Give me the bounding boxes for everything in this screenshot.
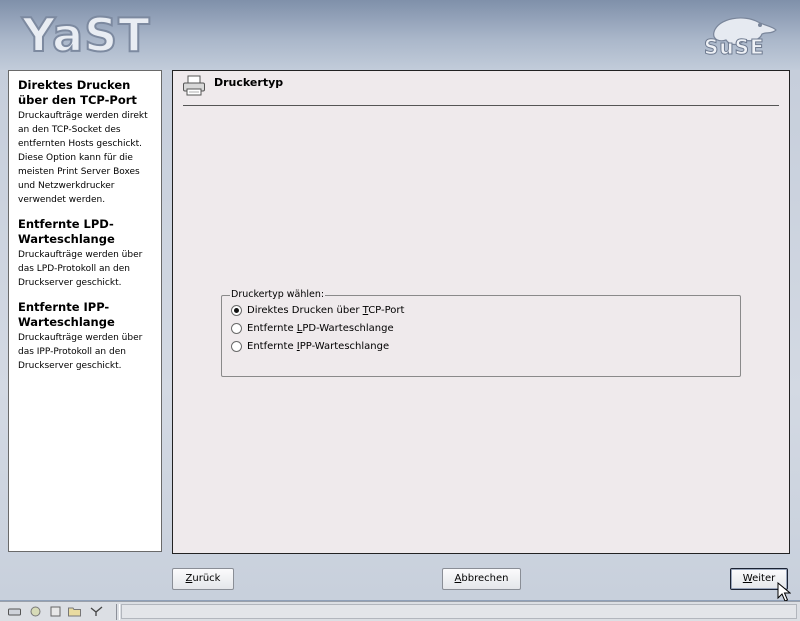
- page-title: Druckertyp: [214, 76, 284, 89]
- help-text: Druckaufträge werden über das LPD-Protok…: [18, 250, 143, 288]
- help-panel: Direktes Drucken über den TCP-Port Druck…: [8, 70, 162, 552]
- radio-lpd-queue[interactable]: Entfernte LPD-Warteschlange: [231, 321, 394, 335]
- yast-logo: YaST: [21, 7, 151, 63]
- network-icon[interactable]: [90, 606, 103, 617]
- content-panel: Druckertyp Druckertyp wählen: Direktes D…: [172, 70, 790, 554]
- help-section-lpd: Entfernte LPD-Warteschlange Druckaufträg…: [18, 217, 161, 290]
- radio-tcp-port[interactable]: Direktes Drucken über TCP-Port: [231, 303, 404, 317]
- abort-button[interactable]: Abbrechen: [442, 568, 521, 590]
- back-button[interactable]: Zurück: [172, 568, 234, 590]
- title-divider: [183, 105, 779, 106]
- help-section-tcp: Direktes Drucken über den TCP-Port Druck…: [18, 78, 161, 207]
- taskbar-task-area[interactable]: [121, 604, 797, 619]
- mouse-cursor-icon: [777, 582, 791, 602]
- home-icon[interactable]: [49, 606, 62, 617]
- radio-button[interactable]: [231, 322, 242, 334]
- taskbar: [0, 601, 800, 621]
- radio-label: Entfernte LPD-Warteschlange: [247, 322, 394, 334]
- radio-button[interactable]: [231, 340, 242, 352]
- suse-logo-text: SuSE: [704, 35, 765, 60]
- printer-icon: [183, 75, 205, 96]
- group-label: Druckertyp wählen:: [230, 289, 326, 300]
- radio-label: Direktes Drucken über TCP-Port: [247, 304, 405, 316]
- header: YaST SuSE: [0, 0, 800, 70]
- radio-label: Entfernte IPP-Warteschlange: [247, 340, 390, 352]
- kde-menu-icon[interactable]: [29, 606, 42, 617]
- help-text: Druckaufträge werden direkt an den TCP-S…: [18, 111, 148, 205]
- help-title: Entfernte IPP-Warteschlange: [18, 300, 115, 329]
- radio-ipp-queue[interactable]: Entfernte IPP-Warteschlange: [231, 339, 389, 353]
- help-title: Direktes Drucken über den TCP-Port: [18, 78, 137, 107]
- help-text: Druckaufträge werden über das IPP-Protok…: [18, 333, 143, 371]
- printer-type-group: Druckertyp wählen: Direktes Drucken über…: [221, 289, 741, 377]
- help-title: Entfernte LPD-Warteschlange: [18, 217, 115, 246]
- radio-button-checked[interactable]: [231, 304, 242, 316]
- taskbar-separator: [116, 604, 120, 620]
- help-section-ipp: Entfernte IPP-Warteschlange Druckaufträg…: [18, 300, 161, 373]
- folder-icon[interactable]: [68, 606, 81, 617]
- drive-icon[interactable]: [8, 606, 21, 617]
